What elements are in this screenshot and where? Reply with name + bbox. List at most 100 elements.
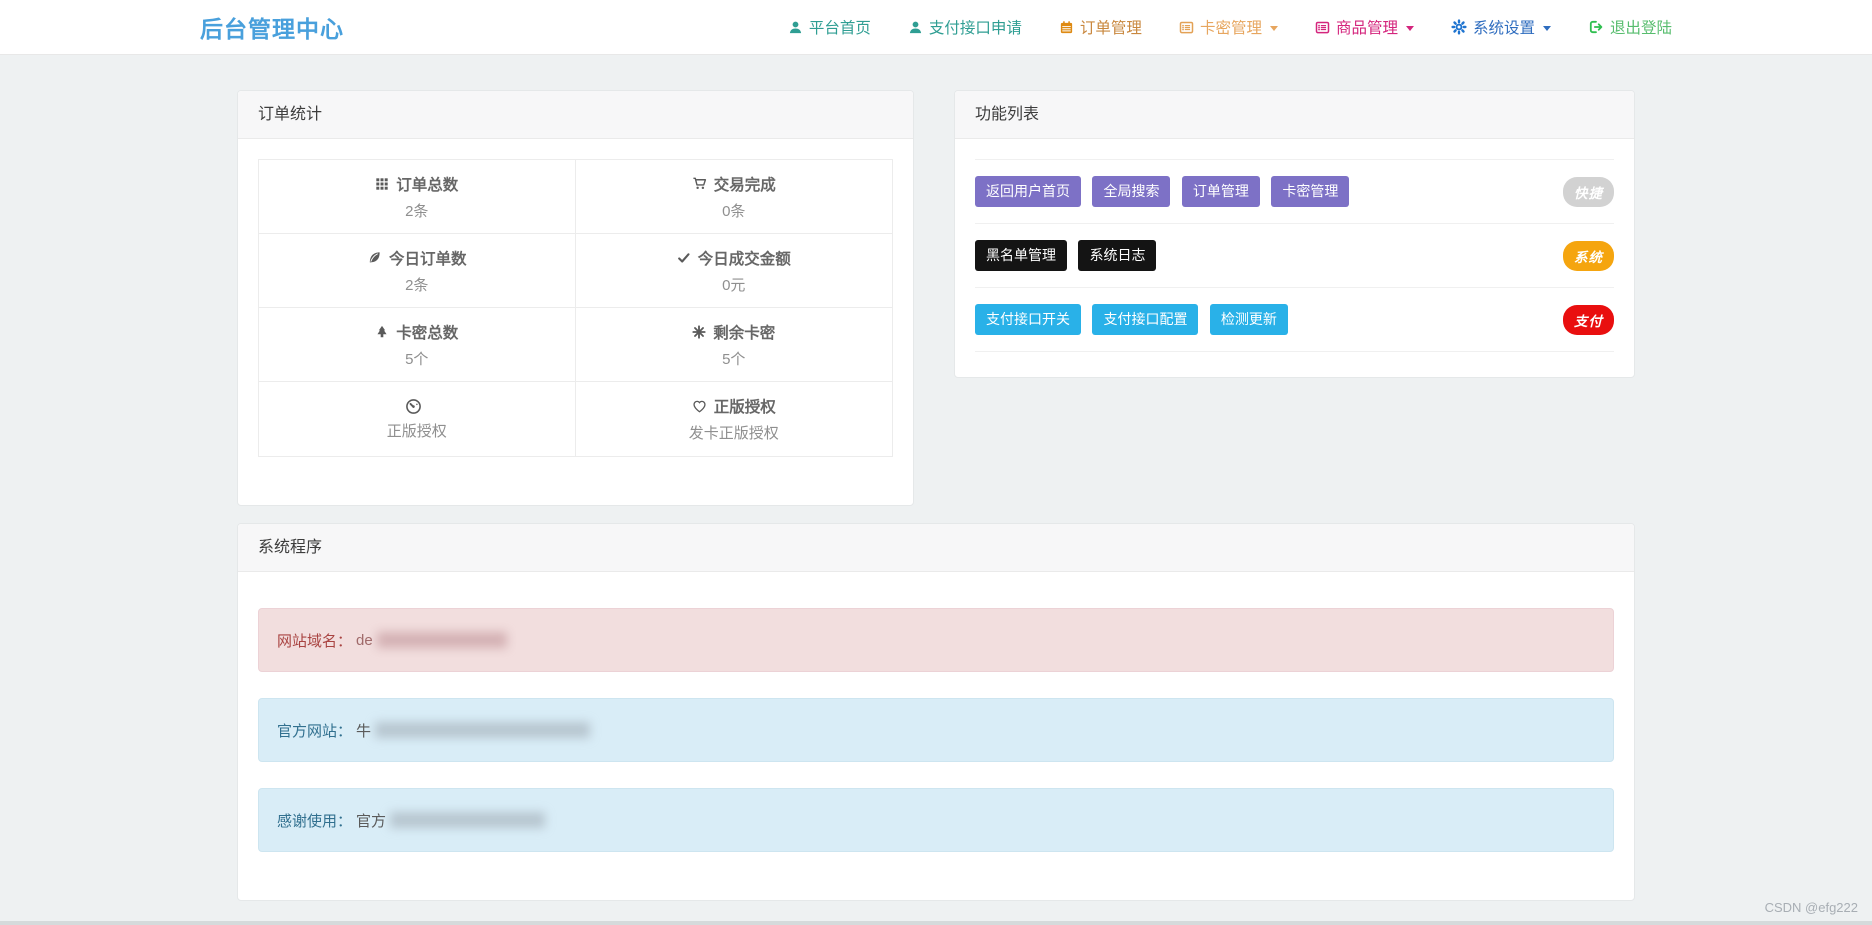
nav-label: 支付接口申请 <box>929 16 1022 38</box>
order-management-button[interactable]: 订单管理 <box>1182 176 1260 207</box>
stat-label: 交易完成 <box>714 173 776 195</box>
stat-value: 5个 <box>722 348 745 369</box>
stats-table: 订单总数 2条 交易完成 0条 今日订单数 2条 今日成交金额 0元 <box>258 159 893 457</box>
nav-item-system-settings[interactable]: 系统设置 <box>1451 16 1551 38</box>
stat-label: 今日订单数 <box>389 247 467 269</box>
stat-label: 今日成交金额 <box>698 247 791 269</box>
stat-cell-license: 正版授权 <box>259 382 576 456</box>
check-update-button[interactable]: 检测更新 <box>1210 304 1288 335</box>
stat-value: 正版授权 <box>387 420 447 441</box>
function-row-system: 黑名单管理 系统日志 系统 <box>975 224 1614 288</box>
gauge-icon <box>405 398 422 415</box>
nav-label: 商品管理 <box>1336 16 1398 38</box>
nav-menu: 平台首页 支付接口申请 订单管理 卡密管理 <box>788 16 1672 38</box>
watermark: CSDN @efg222 <box>1765 900 1858 915</box>
nav-item-card-management[interactable]: 卡密管理 <box>1179 16 1278 38</box>
top-navbar: 后台管理中心 平台首页 支付接口申请 订单管理 <box>0 0 1872 55</box>
function-row-payment: 支付接口开关 支付接口配置 检测更新 支付 <box>975 288 1614 352</box>
nav-label: 退出登陆 <box>1610 16 1672 38</box>
navbar-container: 后台管理中心 平台首页 支付接口申请 订单管理 <box>200 0 1672 54</box>
nav-item-order-management[interactable]: 订单管理 <box>1059 16 1142 38</box>
main-content: 订单统计 订单总数 2条 交易完成 0条 今日订单数 2条 <box>237 90 1635 901</box>
user-icon <box>788 20 803 35</box>
stat-cell-completed-trades: 交易完成 0条 <box>576 160 893 234</box>
list-icon <box>1179 20 1194 35</box>
stat-label: 卡密总数 <box>396 321 458 343</box>
stat-value: 5个 <box>405 348 428 369</box>
stat-cell-total-orders: 订单总数 2条 <box>259 160 576 234</box>
list-icon <box>1315 20 1330 35</box>
function-list-card: 功能列表 返回用户首页 全局搜索 订单管理 卡密管理 快捷 <box>954 90 1635 378</box>
logout-icon <box>1588 19 1604 35</box>
stat-cell-remaining-cards: 剩余卡密 5个 <box>576 308 893 382</box>
chevron-down-icon <box>1543 26 1551 31</box>
nav-label: 卡密管理 <box>1200 16 1262 38</box>
leaf-icon <box>367 250 382 265</box>
redacted-text <box>377 632 507 648</box>
stat-cell-today-amount: 今日成交金额 0元 <box>576 234 893 308</box>
brand-logo[interactable]: 后台管理中心 <box>200 10 344 44</box>
cart-icon <box>692 176 707 191</box>
stat-cell-total-cards: 卡密总数 5个 <box>259 308 576 382</box>
order-stats-card: 订单统计 订单总数 2条 交易完成 0条 今日订单数 2条 <box>237 90 914 506</box>
stat-value: 0元 <box>722 274 745 295</box>
nav-label: 系统设置 <box>1473 16 1535 38</box>
function-buttons: 支付接口开关 支付接口配置 检测更新 <box>975 304 1295 335</box>
nav-label: 订单管理 <box>1080 16 1142 38</box>
nav-item-logout[interactable]: 退出登陆 <box>1588 16 1672 38</box>
stat-value: 0条 <box>722 200 745 221</box>
function-row-quick: 返回用户首页 全局搜索 订单管理 卡密管理 快捷 <box>975 160 1614 224</box>
stat-value: 2条 <box>405 274 428 295</box>
user-icon <box>908 20 923 35</box>
alert-official-site: 官方网站： 牛 <box>258 698 1614 762</box>
nav-item-payment-apply[interactable]: 支付接口申请 <box>908 16 1022 38</box>
quick-badge: 快捷 <box>1563 177 1614 207</box>
alert-label: 感谢使用： <box>277 810 352 831</box>
nav-item-product-management[interactable]: 商品管理 <box>1315 16 1414 38</box>
alert-thanks: 感谢使用： 官方 <box>258 788 1614 852</box>
stat-label: 剩余卡密 <box>713 321 775 343</box>
system-program-title: 系统程序 <box>238 524 1634 572</box>
order-stats-title: 订单统计 <box>238 91 913 139</box>
alert-label: 网站域名： <box>277 630 352 651</box>
payment-badge: 支付 <box>1563 305 1614 335</box>
back-to-user-home-button[interactable]: 返回用户首页 <box>975 176 1081 207</box>
card-management-button[interactable]: 卡密管理 <box>1271 176 1349 207</box>
function-buttons: 返回用户首页 全局搜索 订单管理 卡密管理 <box>975 176 1356 207</box>
system-program-card: 系统程序 网站域名： de 官方网站： 牛 感谢使用： 官方 <box>237 523 1635 901</box>
function-rows: 返回用户首页 全局搜索 订单管理 卡密管理 快捷 黑名单管理 系统日志 系统 <box>975 159 1614 352</box>
blacklist-management-button[interactable]: 黑名单管理 <box>975 240 1067 271</box>
alert-value-prefix: 官方 <box>356 810 386 831</box>
nav-label: 平台首页 <box>809 16 871 38</box>
alert-site-domain: 网站域名： de <box>258 608 1614 672</box>
system-log-button[interactable]: 系统日志 <box>1078 240 1156 271</box>
nav-item-platform-home[interactable]: 平台首页 <box>788 16 871 38</box>
function-list-body: 返回用户首页 全局搜索 订单管理 卡密管理 快捷 黑名单管理 系统日志 系统 <box>955 139 1634 377</box>
stat-label: 正版授权 <box>714 395 776 417</box>
heart-icon <box>692 399 707 414</box>
alert-value-prefix: 牛 <box>356 720 371 741</box>
grid-icon <box>375 177 389 191</box>
check-icon <box>677 251 691 265</box>
stat-label: 订单总数 <box>396 173 458 195</box>
burst-icon <box>692 325 706 339</box>
system-badge: 系统 <box>1563 241 1614 271</box>
stat-value: 2条 <box>405 200 428 221</box>
system-program-body: 网站域名： de 官方网站： 牛 感谢使用： 官方 <box>238 572 1634 900</box>
alert-value-prefix: de <box>356 632 373 649</box>
chevron-down-icon <box>1406 26 1414 31</box>
gear-icon <box>1451 19 1467 35</box>
top-row: 订单统计 订单总数 2条 交易完成 0条 今日订单数 2条 <box>237 90 1635 506</box>
calendar-icon <box>1059 20 1074 35</box>
payment-switch-button[interactable]: 支付接口开关 <box>975 304 1081 335</box>
global-search-button[interactable]: 全局搜索 <box>1092 176 1170 207</box>
redacted-text <box>375 722 590 738</box>
payment-config-button[interactable]: 支付接口配置 <box>1092 304 1198 335</box>
function-list-title: 功能列表 <box>955 91 1634 139</box>
stat-cell-license-issuer: 正版授权 发卡正版授权 <box>576 382 893 456</box>
chevron-down-icon <box>1270 26 1278 31</box>
tree-icon <box>375 325 389 339</box>
alert-label: 官方网站： <box>277 720 352 741</box>
stat-cell-today-orders: 今日订单数 2条 <box>259 234 576 308</box>
stat-value: 发卡正版授权 <box>689 422 779 443</box>
